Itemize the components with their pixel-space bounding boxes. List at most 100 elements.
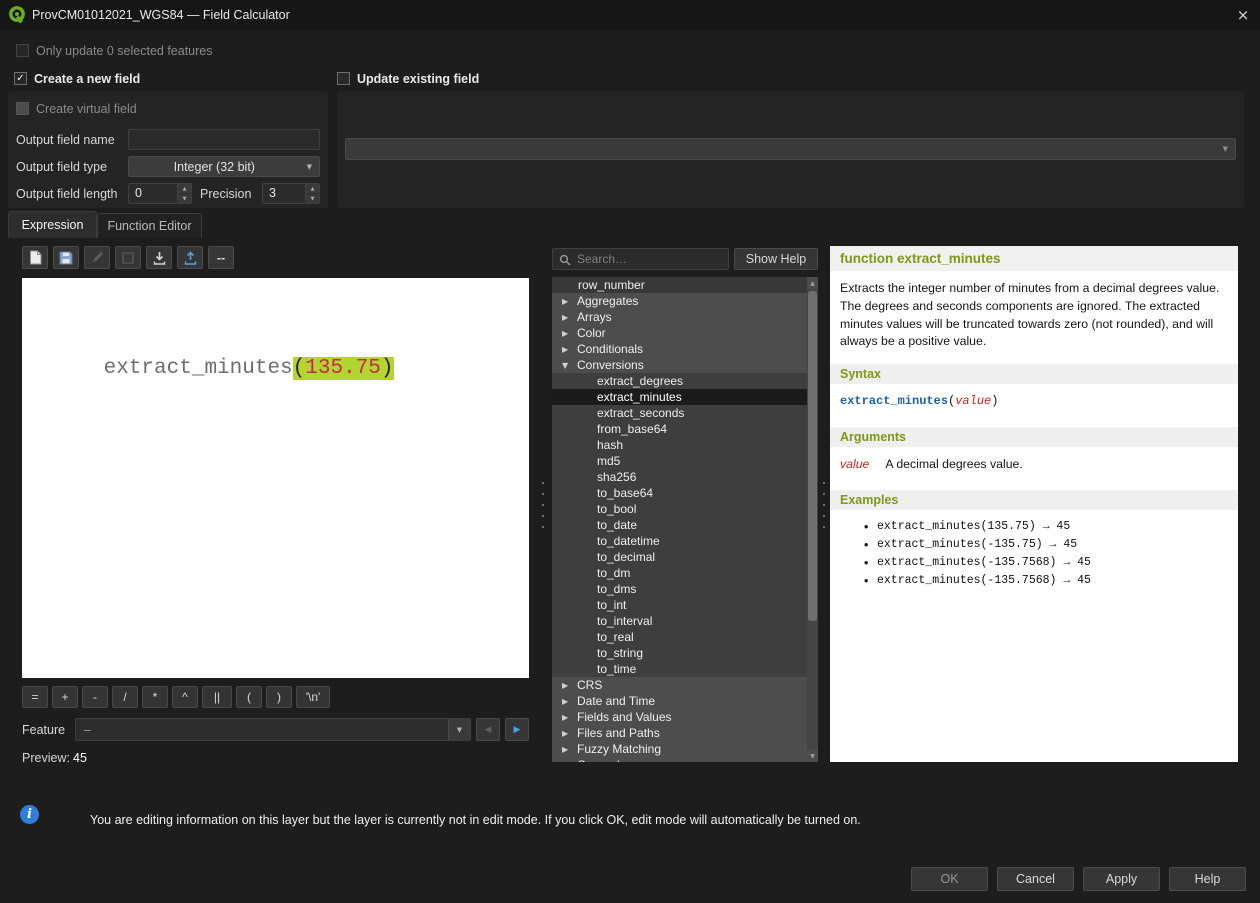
show-help-button[interactable]: Show Help [734,248,818,270]
tree-group-crs[interactable]: ▶CRS [552,677,818,693]
only-update-label: Only update 0 selected features [36,44,213,58]
save-expression-button[interactable] [53,246,79,269]
feature-select[interactable]: – ▼ [75,718,471,741]
tree-item-sha256[interactable]: sha256 [552,469,818,485]
tree-group-aggregates[interactable]: ▶Aggregates [552,293,818,309]
tree-item-to_base64[interactable]: to_base64 [552,485,818,501]
tree-item-label: extract_seconds [597,406,684,420]
output-field-length-stepper[interactable]: 0 ▲ ▼ [128,183,192,204]
tree-item-to_dm[interactable]: to_dm [552,565,818,581]
precision-stepper[interactable]: 3 ▲ ▼ [262,183,320,204]
splitter-left-handle[interactable] [540,482,545,528]
expression-function-name: extract_minutes [104,357,293,380]
tree-item-from_base64[interactable]: from_base64 [552,421,818,437]
tree-group-files-and-paths[interactable]: ▶Files and Paths [552,725,818,741]
operator-plus-button[interactable]: + [52,686,78,708]
update-existing-field-checkbox[interactable] [337,72,350,85]
close-icon[interactable]: × [1226,0,1260,30]
operator-equals-button[interactable]: = [22,686,48,708]
comment-button[interactable]: -- [208,246,234,269]
operator-concat-button[interactable]: || [202,686,232,708]
existing-field-select[interactable]: ▼ [345,138,1236,160]
preview-value: 45 [73,751,87,765]
output-field-name-label: Output field name [16,133,115,147]
tree-item-label: to_string [597,646,643,660]
clear-expression-button[interactable] [22,246,48,269]
create-virtual-field-checkbox [16,102,29,115]
operator-power-button[interactable]: ^ [172,686,198,708]
operator-multiply-button[interactable]: * [142,686,168,708]
tree-item-label: row_number [578,278,645,292]
comment-label: -- [217,251,225,265]
tab-function-editor[interactable]: Function Editor [97,213,202,238]
operator-minus-button[interactable]: - [82,686,108,708]
tree-item-label: to_datetime [597,534,660,548]
scrollbar-thumb[interactable] [808,291,817,621]
tree-item-to_date[interactable]: to_date [552,517,818,533]
tab-expression-label: Expression [22,218,84,232]
spin-down-icon[interactable]: ▼ [306,194,319,203]
create-new-field-checkbox[interactable]: ✓ [14,72,27,85]
tree-item-to_bool[interactable]: to_bool [552,501,818,517]
create-new-field-label[interactable]: Create a new field [34,72,140,86]
tree-group-general[interactable]: ▶General [552,757,818,762]
tree-item-label: to_interval [597,614,652,628]
operator-open-paren-button[interactable]: ( [236,686,262,708]
help-button[interactable]: Help [1169,867,1246,891]
output-field-type-select[interactable]: Integer (32 bit) ▼ [128,156,320,177]
operator-close-paren-button[interactable]: ) [266,686,292,708]
tree-item-extract_minutes[interactable]: extract_minutes [552,389,818,405]
search-input[interactable] [577,250,725,268]
example-item: •extract_minutes(-135.75) → 45 [864,538,1228,552]
tree-item-to_real[interactable]: to_real [552,629,818,645]
tree-item-md5[interactable]: md5 [552,453,818,469]
tree-item-to_int[interactable]: to_int [552,597,818,613]
tree-group-date-and-time[interactable]: ▶Date and Time [552,693,818,709]
import-expressions-button[interactable] [146,246,172,269]
update-existing-field-label[interactable]: Update existing field [357,72,479,86]
tree-item-to_string[interactable]: to_string [552,645,818,661]
tree-item-to_datetime[interactable]: to_datetime [552,533,818,549]
help-label: Help [1195,872,1221,886]
expression-editor[interactable]: extract_minutes(135.75) [22,278,529,678]
tree-scrollbar[interactable]: ▲ ▼ [807,277,818,762]
tree-item-to_interval[interactable]: to_interval [552,613,818,629]
operator-divide-button[interactable]: / [112,686,138,708]
tree-group-fields-and-values[interactable]: ▶Fields and Values [552,709,818,725]
tree-item-row_number[interactable]: row_number [552,277,818,293]
tree-item-to_dms[interactable]: to_dms [552,581,818,597]
function-tree: row_number ▶Aggregates ▶Arrays ▶Color ▶C… [552,277,818,762]
branch-closed-icon: ▶ [562,745,577,754]
tree-item-label: to_int [597,598,626,612]
export-expressions-button[interactable] [177,246,203,269]
tree-item-to_time[interactable]: to_time [552,661,818,677]
tree-group-arrays[interactable]: ▶Arrays [552,309,818,325]
splitter-right-handle[interactable] [821,482,826,528]
tree-item-label: hash [597,438,623,452]
ok-button[interactable]: OK [911,867,988,891]
tree-group-fuzzy-matching[interactable]: ▶Fuzzy Matching [552,741,818,757]
apply-button[interactable]: Apply [1083,867,1160,891]
tree-group-color[interactable]: ▶Color [552,325,818,341]
tab-expression[interactable]: Expression [8,211,97,238]
branch-closed-icon: ▶ [562,761,577,763]
tree-item-extract_degrees[interactable]: extract_degrees [552,373,818,389]
tree-group-conversions[interactable]: ▼Conversions [552,357,818,373]
syntax-function-name: extract_minutes [840,394,948,408]
spin-down-icon[interactable]: ▼ [178,194,191,203]
tree-item-hash[interactable]: hash [552,437,818,453]
scroll-up-icon[interactable]: ▲ [807,277,818,289]
next-feature-button[interactable]: ▶ [505,718,529,741]
tree-group-conditionals[interactable]: ▶Conditionals [552,341,818,357]
tree-item-to_decimal[interactable]: to_decimal [552,549,818,565]
operator-newline-button[interactable]: '\n' [296,686,330,708]
spin-up-icon[interactable]: ▲ [306,184,319,194]
tree-group-label: Aggregates [577,294,638,308]
branch-open-icon: ▼ [562,361,577,370]
tree-item-extract_seconds[interactable]: extract_seconds [552,405,818,421]
tree-item-label: extract_minutes [597,390,682,404]
cancel-button[interactable]: Cancel [997,867,1074,891]
scroll-down-icon[interactable]: ▼ [807,750,818,762]
output-field-name-input[interactable] [128,129,320,150]
spin-up-icon[interactable]: ▲ [178,184,191,194]
